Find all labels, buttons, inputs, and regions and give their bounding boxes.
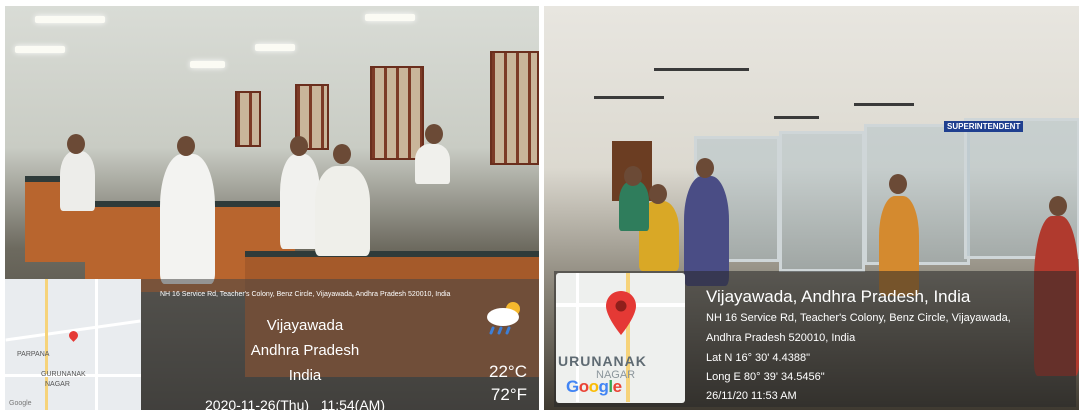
map-label: PARPANA — [17, 351, 50, 358]
staff-member — [619, 181, 649, 231]
latitude: Lat N 16° 30' 4.4388" — [706, 352, 810, 364]
map-label: URUNANAK — [558, 353, 647, 369]
ceiling-fan — [654, 68, 749, 71]
student-head — [333, 144, 351, 164]
geotag-overlay: URUNANAK NAGAR Google Vijayawada, Andhra… — [554, 271, 1076, 407]
map-road — [45, 279, 48, 410]
student-head — [177, 136, 195, 156]
window — [235, 91, 261, 147]
map-pin-icon — [606, 291, 636, 335]
map-road — [95, 279, 98, 410]
city-label: Vijayawada — [266, 317, 344, 334]
state-label: Andhra Pradesh — [250, 342, 360, 359]
window — [490, 51, 539, 165]
student-head — [290, 136, 308, 156]
superintendent-sign: SUPERINTENDENT — [944, 121, 1024, 132]
staff-member — [684, 176, 729, 286]
ceiling-light — [15, 46, 65, 53]
staff-head — [649, 184, 667, 204]
geotag-overlay: PARPANA GURUNANAK NAGAR Google NH 16 Ser… — [5, 279, 539, 410]
ceiling-fan — [774, 116, 819, 119]
address-line-2: Andhra Pradesh 520010, India — [706, 332, 856, 344]
window — [370, 66, 424, 160]
staff-head — [696, 158, 714, 178]
student — [60, 151, 95, 211]
glass-cabin — [779, 131, 865, 272]
longitude: Long E 80° 39' 34.5456" — [706, 371, 825, 383]
ceiling-fan — [854, 103, 914, 106]
ceiling-fan — [594, 96, 664, 99]
ceiling-light — [365, 14, 415, 21]
map-label: GURUNANAK — [41, 371, 86, 378]
staff-head — [889, 174, 907, 194]
student-head — [425, 124, 443, 144]
office-photo: SUPERINTENDENT URUNANAK NAGAR Google Vij… — [544, 6, 1079, 410]
location-map: URUNANAK NAGAR Google — [556, 273, 685, 403]
temperature-celsius: 22°C — [489, 362, 527, 381]
google-label: Google — [9, 400, 32, 407]
timestamp: 26/11/20 11:53 AM — [706, 390, 797, 402]
temperature-fahrenheit: 72°F — [490, 385, 527, 404]
student — [415, 144, 450, 184]
address-line-1: NH 16 Service Rd, Teacher's Colony, Benz… — [706, 312, 1011, 324]
google-logo: Google — [566, 377, 622, 396]
student — [315, 166, 370, 256]
map-label: NAGAR — [45, 381, 70, 388]
city-line: Vijayawada, Andhra Pradesh, India — [706, 287, 971, 306]
student — [280, 154, 320, 249]
ceiling-light — [35, 16, 105, 23]
lab-photo: PARPANA GURUNANAK NAGAR Google NH 16 Ser… — [5, 6, 539, 410]
country-label: India — [288, 367, 322, 384]
staff-head — [624, 166, 642, 186]
staff-head — [1049, 196, 1067, 216]
location-map: PARPANA GURUNANAK NAGAR Google — [5, 279, 141, 410]
student — [160, 154, 215, 284]
cloud-rain-sun-icon — [487, 302, 520, 335]
timestamp: 2020-11-26(Thu) 11:54(AM) — [205, 397, 386, 410]
student-head — [67, 134, 85, 154]
ceiling-light — [190, 61, 225, 68]
address-line: NH 16 Service Rd, Teacher's Colony, Benz… — [160, 291, 451, 298]
ceiling-light — [255, 44, 295, 51]
